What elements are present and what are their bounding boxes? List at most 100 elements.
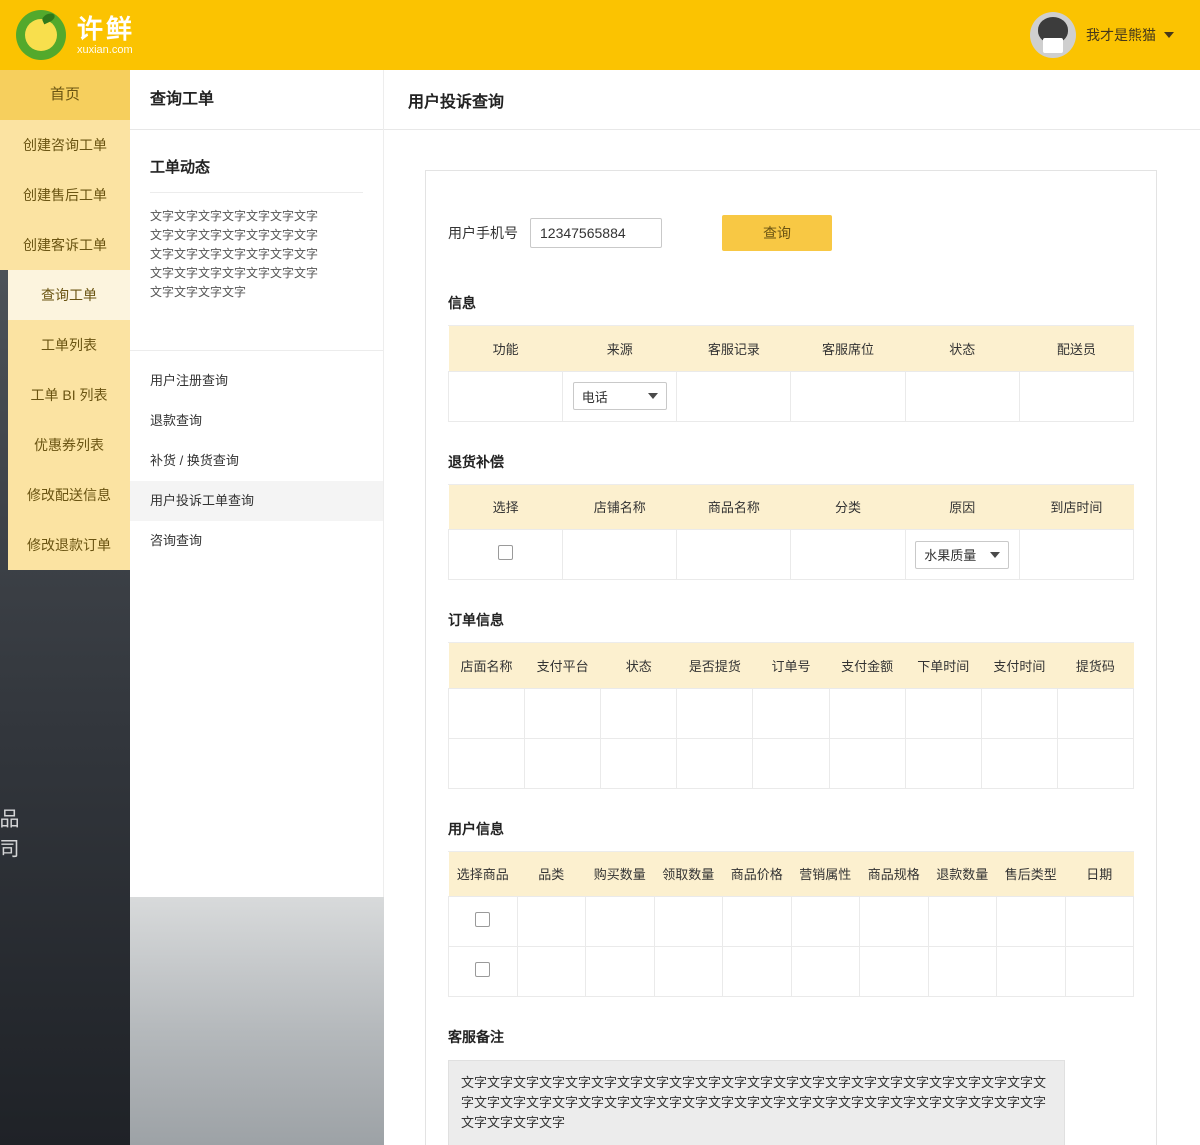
reason-select[interactable]: 水果质量 [915,540,1010,569]
table-cell [524,687,602,739]
column-header: 到店时间 [1019,484,1134,530]
column-header: 退款数量 [928,851,997,897]
user-menu[interactable]: 我才是熊猫 [1030,12,1174,58]
remark-title: 客服备注 [448,1029,504,1045]
column-header: 状态 [600,643,677,688]
table-cell [516,946,586,997]
info-table: 功能 来源 客服记录 客服席位 状态 配送员 电话 [447,326,1135,422]
column-header: 客服席位 [790,326,906,371]
table-cell [1018,370,1135,422]
search-button[interactable]: 查询 [722,215,832,251]
brand-name: 许鲜 [77,14,136,44]
table-cell [600,737,678,789]
column-header: 店铺名称 [562,484,677,530]
column-header: 状态 [905,326,1020,371]
brand-text: 许鲜 xuxian.com [77,14,135,56]
sidebar-menu: 首页 创建咨询工单 创建售后工单 创建客诉工单 查询工单 工单列表 工单 BI 列表 优惠券列… [0,70,130,570]
sidebar-item-coupon-list[interactable]: 优惠券列表 [8,420,130,470]
table-cell [722,946,792,997]
sidebar-item-query-ticket[interactable]: 查询工单 [8,270,130,320]
table-cell [653,946,723,997]
complaint-query-card: 用户手机号 查询 信息 功能来源客服记录客服席位状态配送员电话 退货补偿 选择店… [425,170,1157,1145]
panel-menu-item-user-complaint-ticket-query[interactable]: 用户投诉工单查询 [130,481,383,521]
select-value: 水果质量 [924,548,977,563]
source-select[interactable]: 电话 [572,382,667,410]
table-cell [447,737,526,789]
brand-logo[interactable]: 许鲜 xuxian.com [16,10,135,60]
column-header: 支付时间 [981,643,1058,688]
sidebar-item-edit-delivery-info[interactable]: 修改配送信息 [8,470,130,520]
section-title: 用户信息 [448,819,1134,852]
column-header: 是否提货 [676,643,753,688]
sidebar-item-create-consult-ticket[interactable]: 创建咨询工单 [0,120,130,170]
select-value: 电话 [581,389,608,405]
table-cell [653,896,723,947]
table-cell: 电话 [562,370,678,422]
phone-input[interactable] [530,218,662,248]
table-row: 水果质量 [447,529,1135,580]
table-cell [447,529,564,580]
user-info-table: 选择商品 品类 购买数量 领取数量 商品价格 营销属性 商品规格 退款数量 售后类型 日期 [448,851,1134,997]
column-header: 售后类型 [996,851,1065,897]
table-cell [676,737,754,789]
chevron-down-icon [1164,32,1174,38]
sidebar-item-create-complaint-ticket[interactable]: 创建客诉工单 [0,220,130,270]
table-cell [859,896,929,947]
section-title: 退货补偿 [448,452,1134,485]
column-header: 选择商品 [448,851,517,897]
table-cell [790,370,906,422]
section-return-compensation: 退货补偿 选择 店铺名称 商品名称 分类 原因 到店时间 水果质量 [447,452,1135,580]
table-cell [447,370,564,422]
table-cell [676,687,754,739]
table-cell: 水果质量 [904,529,1020,580]
table-cell [904,737,982,789]
section-service-remark: 客服备注 文字文字文字文字文字文字文字文字文字文字文字文字文字文字文字文字文字文… [448,1027,1134,1145]
sidebar-item-ticket-list[interactable]: 工单列表 [8,320,130,370]
table-cell [996,946,1066,997]
panel-menu-item-consult-query[interactable]: 咨询查询 [130,521,383,561]
main-content: 用户投诉查询 用户手机号 查询 信息 功能来源客服记录客服席位状态配送员电话 退… [384,70,1200,1145]
layout: 首页 创建咨询工单 创建售后工单 创建客诉工单 查询工单 工单列表 工单 BI 列表 优惠券列… [0,70,1200,1145]
column-header: 下单时间 [905,643,982,688]
table-cell [927,896,997,947]
table-cell [904,687,982,739]
table-cell [1056,687,1135,739]
avatar-sign [1043,38,1063,53]
column-header: 购买数量 [585,851,654,897]
column-header: 提货码 [1057,643,1134,688]
panel-body: 工单动态 文字文字文字文字文字文字文字文字文字文字文字文字文字文字文字文字文字文… [130,130,383,302]
table-cell [1064,896,1134,947]
table-cell [980,737,1058,789]
table-cell [722,896,792,947]
table-cell [447,687,526,739]
sidebar-item-create-aftersale-ticket[interactable]: 创建售后工单 [0,170,130,220]
sidebar-item-home[interactable]: 首页 [0,70,130,120]
sidebar-item-edit-refund-order[interactable]: 修改退款订单 [8,520,130,570]
table-cell [562,529,678,580]
panel-menu-item-user-register-query[interactable]: 用户注册查询 [130,361,383,401]
return-row-checkbox[interactable] [498,544,514,560]
user-avatar[interactable] [1030,12,1076,58]
table-cell [828,687,906,739]
page-title: 用户投诉查询 [384,70,1200,130]
table-row [448,896,1134,947]
sidebar-item-ticket-bi-list[interactable]: 工单 BI 列表 [8,370,130,420]
phone-search-row: 用户手机号 查询 [448,215,1134,251]
panel-menu-item-refund-query[interactable]: 退款查询 [130,401,383,441]
background-photo [130,897,384,1145]
table-cell [790,529,906,580]
column-header: 配送员 [1019,326,1134,371]
column-header: 领取数量 [654,851,723,897]
panel-menu-item-replenish-exchange-query[interactable]: 补货 / 换货查询 [130,441,383,481]
product-row-1-checkbox[interactable] [475,911,491,927]
product-row-2-checkbox[interactable] [475,961,491,977]
column-header: 原因 [905,484,1020,530]
table-row [447,737,1135,789]
column-header: 客服记录 [676,326,791,371]
app-header: 许鲜 xuxian.com 我才是熊猫 [0,0,1200,70]
remark-textarea[interactable]: 文字文字文字文字文字文字文字文字文字文字文字文字文字文字文字文字文字文字文字文字… [448,1060,1065,1145]
table-cell [752,737,830,789]
user-name: 我才是熊猫 [1086,27,1156,43]
column-header: 日期 [1065,851,1134,897]
column-header: 选择 [448,484,563,530]
